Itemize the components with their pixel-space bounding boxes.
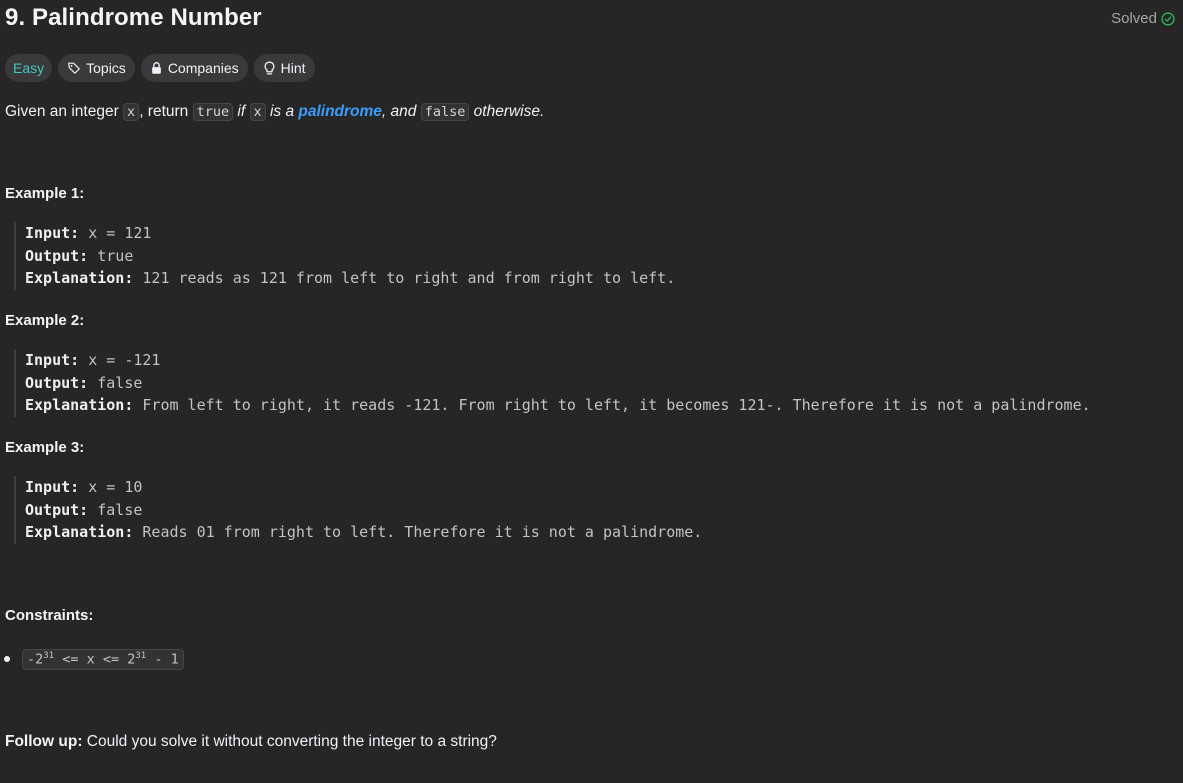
constraint-exponent: 31 <box>43 651 55 661</box>
problem-title[interactable]: 9. Palindrome Number <box>5 4 262 32</box>
inline-code: x <box>249 103 266 121</box>
example-title: Example 3: <box>5 439 85 456</box>
statement-text: Given an integer <box>5 103 124 120</box>
input-value: x = -121 <box>79 351 161 369</box>
inline-code: false <box>420 103 470 121</box>
constraint-part: -2 <box>27 651 44 668</box>
constraint-item: -231 <= x <= 231 - 1 <box>4 649 184 670</box>
inline-code: x <box>123 103 140 121</box>
constraint-exponent: 31 <box>135 651 147 661</box>
output-value: true <box>88 246 134 265</box>
follow-up-text: Could you solve it without converting th… <box>82 733 497 750</box>
example-title: Example 1: <box>5 185 85 202</box>
statement-text: , and <box>381 103 421 120</box>
example-block: Input: x = 10 Output: false Explanation:… <box>14 476 702 545</box>
explanation-label: Explanation: <box>25 269 134 288</box>
explanation-text: Reads 01 from right to left. Therefore i… <box>133 523 703 542</box>
statement-text: , return <box>139 103 193 120</box>
input-value: x = 121 <box>79 224 152 242</box>
constraint-code: -231 <= x <= 231 - 1 <box>22 649 184 670</box>
palindrome-link[interactable]: palindrome <box>298 103 382 120</box>
constraints-title: Constraints: <box>5 607 94 624</box>
explanation-label: Explanation: <box>25 396 134 415</box>
output-value: false <box>88 500 143 519</box>
solved-label: Solved <box>1111 10 1157 27</box>
output-value: false <box>88 373 143 392</box>
difficulty-label: Easy <box>13 60 45 76</box>
input-label: Input: <box>25 351 80 369</box>
difficulty-badge: Easy <box>5 54 53 82</box>
follow-up: Follow up: Could you solve it without co… <box>5 733 497 751</box>
output-label: Output: <box>25 500 89 519</box>
input-label: Input: <box>25 478 80 496</box>
explanation-text: 121 reads as 121 from left to right and … <box>133 269 676 288</box>
topics-button[interactable]: Topics <box>58 54 135 82</box>
input-value: x = 10 <box>79 478 143 496</box>
example-explanation-line: Explanation: From left to right, it read… <box>25 394 1091 417</box>
input-label: Input: <box>25 224 80 242</box>
explanation-text: From left to right, it reads -121. From … <box>133 396 1091 415</box>
example-output-line: Output: false <box>25 372 1091 395</box>
solved-status: Solved <box>1111 10 1175 27</box>
example-explanation-line: Explanation: Reads 01 from right to left… <box>25 521 702 544</box>
constraint-part: <= x <= 2 <box>54 651 136 668</box>
example-output-line: Output: true <box>25 245 675 268</box>
lock-icon <box>150 61 163 75</box>
lightbulb-icon <box>263 61 276 76</box>
example-input-line: Input: x = 121 <box>25 222 675 245</box>
check-circle-icon <box>1161 11 1175 26</box>
companies-label: Companies <box>167 60 239 76</box>
statement-text: if <box>233 103 250 120</box>
problem-description-panel: 9. Palindrome Number Solved Easy Topics <box>0 0 1183 783</box>
output-label: Output: <box>25 246 89 265</box>
example-title: Example 2: <box>5 312 85 329</box>
bullet <box>4 656 10 663</box>
topics-label: Topics <box>86 60 126 76</box>
problem-statement: Given an integer x, return true if x is … <box>5 101 544 123</box>
hint-button[interactable]: Hint <box>253 54 315 82</box>
tag-bar: Easy Topics Companies Hint <box>5 54 315 82</box>
follow-up-label: Follow up: <box>5 733 83 750</box>
tag-icon <box>67 61 81 75</box>
example-explanation-line: Explanation: 121 reads as 121 from left … <box>25 267 675 290</box>
companies-button[interactable]: Companies <box>140 54 248 82</box>
statement-text: otherwise. <box>469 103 545 120</box>
example-input-line: Input: x = -121 <box>25 349 1091 372</box>
example-block: Input: x = -121 Output: false Explanatio… <box>14 349 1091 418</box>
example-input-line: Input: x = 10 <box>25 476 702 499</box>
inline-code: true <box>192 103 234 121</box>
constraint-part: - 1 <box>146 651 179 668</box>
statement-text: is a <box>265 103 299 120</box>
title-row: 9. Palindrome Number Solved <box>5 4 1175 36</box>
hint-label: Hint <box>280 60 306 76</box>
output-label: Output: <box>25 373 89 392</box>
example-output-line: Output: false <box>25 499 702 522</box>
explanation-label: Explanation: <box>25 523 134 542</box>
example-block: Input: x = 121 Output: true Explanation:… <box>14 222 675 291</box>
